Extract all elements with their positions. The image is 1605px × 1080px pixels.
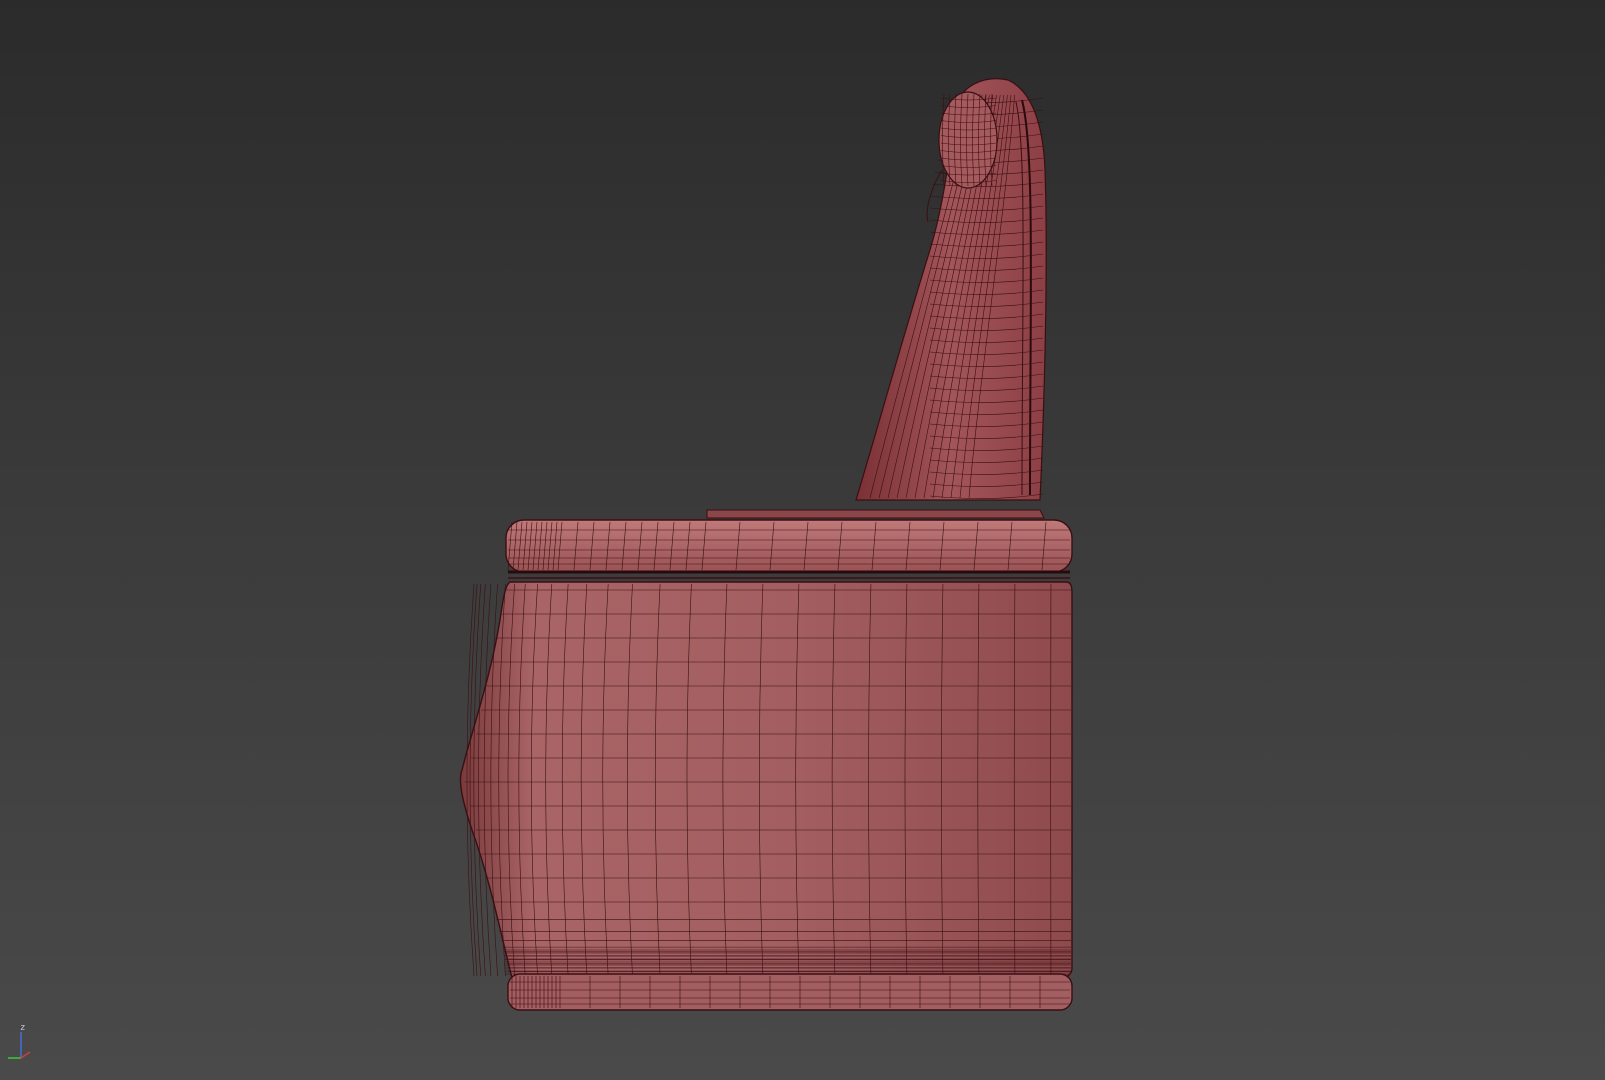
y-axis-line xyxy=(20,1051,31,1059)
chair-base xyxy=(507,973,1073,1011)
z-axis-label: z xyxy=(20,1023,25,1033)
chair-armrest xyxy=(505,509,1073,579)
3d-viewport[interactable]: z xyxy=(0,0,1605,1080)
viewport-scene[interactable] xyxy=(0,0,1605,1080)
axis-gizmo: z xyxy=(8,1023,31,1059)
chair-side-panel xyxy=(459,581,1073,979)
